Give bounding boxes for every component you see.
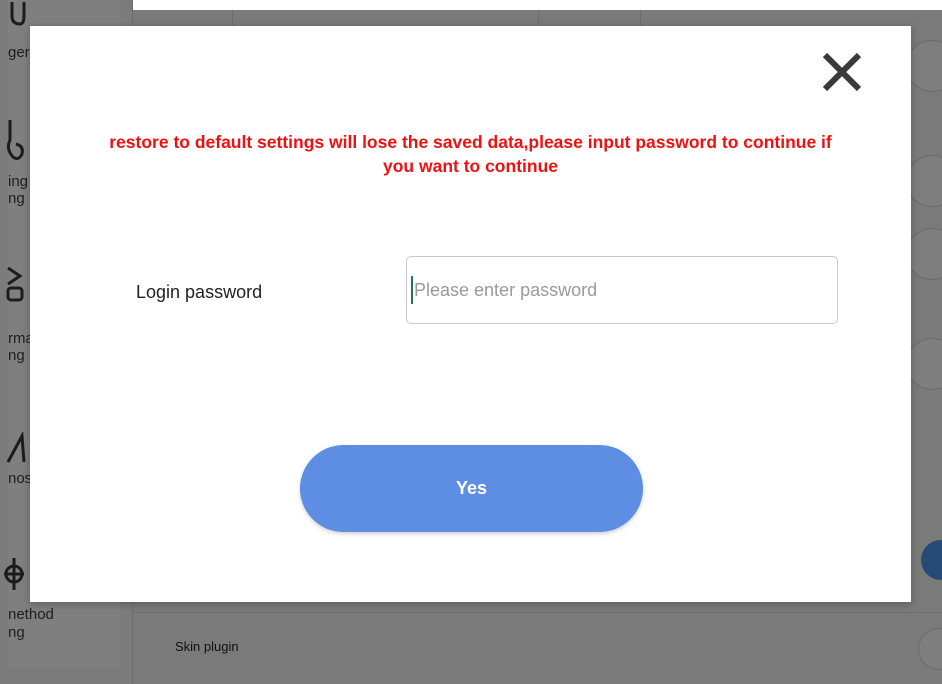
text-caret [411, 276, 413, 304]
sidebar-item-label[interactable]: nos [8, 470, 32, 488]
restore-defaults-dialog: restore to default settings will lose th… [30, 26, 911, 602]
password-label: Login password [136, 282, 263, 302]
background-top-strip [0, 0, 942, 10]
yes-button[interactable]: Yes [300, 445, 643, 532]
skin-plugin-label: Skin plugin [175, 639, 239, 654]
power-icon[interactable] [8, 2, 28, 32]
warning-message-line: restore to default settings will lose th… [109, 132, 832, 152]
info-icon[interactable] [4, 262, 26, 306]
sidebar-item-label[interactable]: ing [8, 173, 28, 191]
sidebar-item-label[interactable]: ng [8, 190, 25, 208]
warning-message: restore to default settings will lose th… [30, 130, 911, 178]
sidebar-item-label[interactable]: ng [8, 347, 25, 365]
sidebar-item-label[interactable]: ng [8, 624, 25, 642]
hand-icon[interactable] [4, 118, 26, 166]
background-row-divider [133, 612, 942, 613]
input-method-icon[interactable] [4, 550, 26, 594]
password-input[interactable] [406, 256, 838, 324]
warning-message-line: you want to continue [383, 156, 558, 176]
warning-icon[interactable] [6, 430, 26, 470]
sidebar-item-label[interactable]: ger [8, 44, 30, 62]
sidebar-item-label[interactable]: nethod [8, 606, 54, 624]
close-icon[interactable] [820, 50, 864, 94]
screen: ger ing ng rma ng nos nethod ng Skin plu… [0, 0, 942, 684]
